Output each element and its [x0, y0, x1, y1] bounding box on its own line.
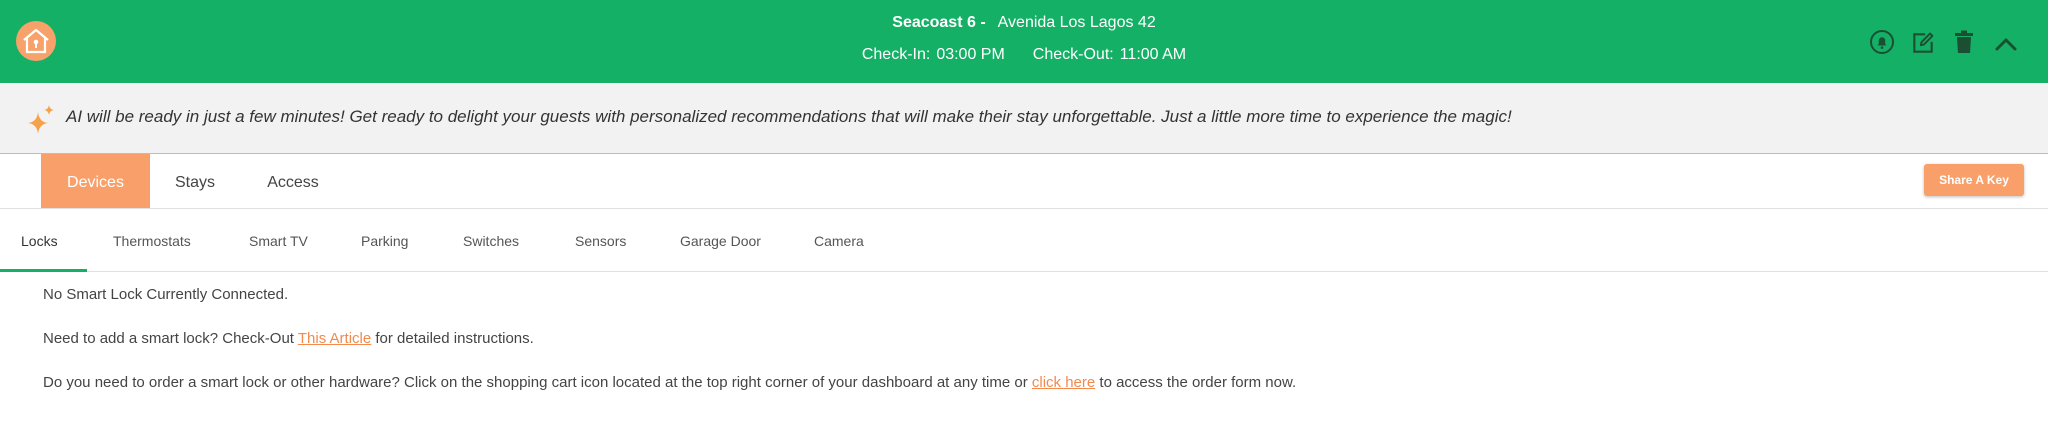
order-hardware-message: Do you need to order a smart lock or oth… — [43, 372, 1296, 394]
subtab-sensors[interactable]: Sensors — [575, 210, 626, 272]
share-a-key-button[interactable]: Share A Key — [1924, 164, 2024, 196]
subtab-parking[interactable]: Parking — [361, 210, 408, 272]
tab-stays[interactable]: Stays — [150, 154, 240, 208]
checkout-label: Check-Out: — [1032, 46, 1114, 63]
trash-icon[interactable] — [1951, 29, 1977, 55]
stay-times: Check-In: 03:00 PM Check-Out: 11:00 AM — [0, 46, 2048, 68]
checkin-time: 03:00 PM — [936, 46, 1005, 63]
device-sub-tabs: Locks Thermostats Smart TV Parking Switc… — [0, 210, 2048, 272]
bell-icon[interactable] — [1869, 29, 1895, 55]
click-here-link[interactable]: click here — [1032, 374, 1095, 391]
property-address: Avenida Los Lagos 42 — [997, 14, 1156, 31]
ai-banner: AI will be ready in just a few minutes! … — [0, 83, 2048, 154]
subtab-locks[interactable]: Locks — [21, 210, 58, 272]
subtab-garage-door[interactable]: Garage Door — [680, 210, 761, 272]
tab-devices[interactable]: Devices — [41, 154, 150, 208]
subtab-thermostats[interactable]: Thermostats — [113, 210, 191, 272]
sparkle-icon — [28, 105, 54, 134]
property-name: Seacoast 6 - — [892, 14, 986, 31]
add-lock-suffix: for detailed instructions. — [371, 330, 534, 347]
checkout-time: 11:00 AM — [1119, 46, 1187, 63]
ai-banner-text: AI will be ready in just a few minutes! … — [66, 107, 1512, 126]
chevron-up-icon[interactable] — [1993, 31, 2019, 57]
add-lock-message: Need to add a smart lock? Check-Out This… — [43, 328, 534, 350]
active-subtab-indicator — [0, 269, 87, 272]
subtab-switches[interactable]: Switches — [463, 210, 519, 272]
order-suffix: to access the order form now. — [1095, 374, 1297, 391]
this-article-link[interactable]: This Article — [298, 330, 371, 347]
subtab-smart-tv[interactable]: Smart TV — [249, 210, 308, 272]
edit-icon[interactable] — [1910, 30, 1936, 56]
checkin-label: Check-In: — [861, 46, 931, 63]
no-lock-message: No Smart Lock Currently Connected. — [43, 286, 289, 303]
add-lock-text: Need to add a smart lock? Check-Out — [43, 330, 298, 347]
top-header: Seacoast 6 - Avenida Los Lagos 42 Check-I… — [0, 0, 2048, 83]
subtab-camera[interactable]: Camera — [814, 210, 864, 272]
property-title: Seacoast 6 - Avenida Los Lagos 42 — [0, 14, 2048, 36]
order-text: Do you need to order a smart lock or oth… — [43, 374, 1032, 391]
main-tabs: Devices Stays Access Share A Key — [0, 154, 2048, 209]
tab-access[interactable]: Access — [240, 154, 346, 208]
